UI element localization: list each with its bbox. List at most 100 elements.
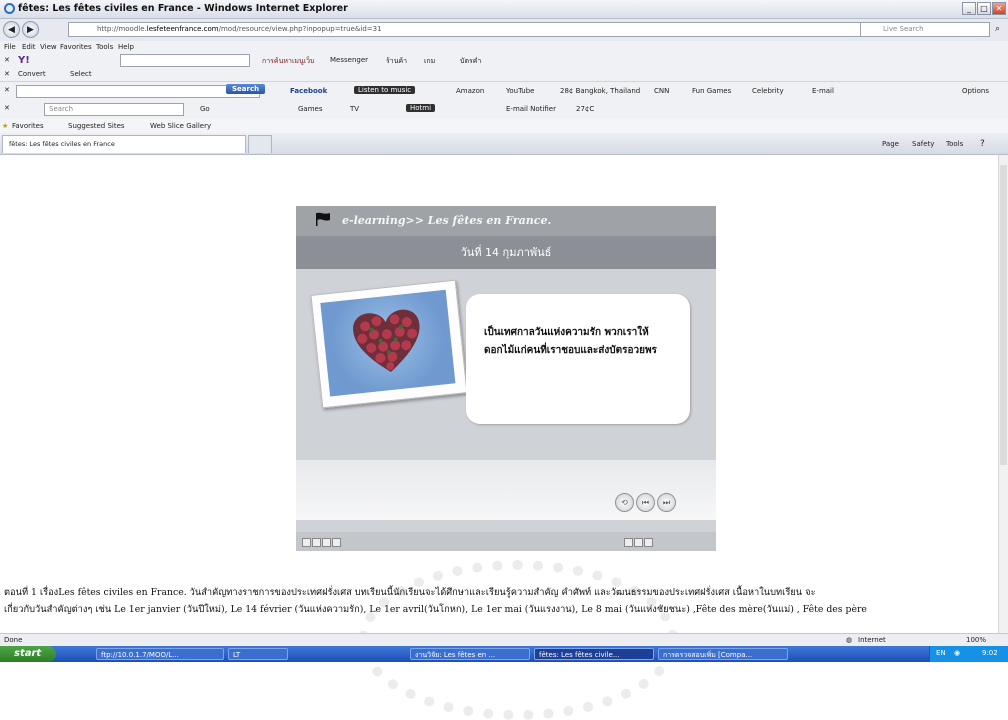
page-menu[interactable]: Page — [882, 140, 899, 148]
games-menu[interactable]: Games — [298, 105, 323, 113]
yahoo-logo-icon[interactable]: Y! — [18, 55, 30, 66]
status-text: Done — [4, 636, 23, 644]
globe-icon: ◍ — [846, 636, 853, 644]
maximize-button[interactable]: □ — [977, 2, 991, 15]
menu-help[interactable]: Help — [118, 43, 134, 51]
amazon-button[interactable]: Amazon — [456, 87, 484, 95]
hotmail-button[interactable]: Hotmi — [406, 104, 436, 112]
go-button[interactable]: Go — [200, 105, 210, 113]
search-toolbar: ✕ Search Facebook Listen to music Amazon… — [0, 81, 1008, 102]
thai-search-button[interactable]: การค้นหาเมนูเว็บ — [262, 56, 315, 67]
flash-control-icon[interactable] — [302, 538, 311, 547]
web-slice-gallery-button[interactable]: Web Slice Gallery — [150, 122, 211, 130]
forward-button[interactable]: ▶ — [22, 21, 39, 38]
ie-logo-icon — [4, 3, 15, 14]
favorites-button[interactable]: Favorites — [12, 122, 44, 130]
select-button[interactable]: Select — [70, 70, 92, 78]
task-folder[interactable]: LT — [228, 648, 288, 660]
start-button[interactable]: start — [0, 646, 56, 662]
menu-view[interactable]: View — [40, 43, 57, 51]
language-indicator[interactable]: EN — [936, 649, 946, 657]
clock: 9:02 — [982, 649, 998, 657]
youtube-button[interactable]: YouTube — [506, 87, 534, 95]
email-button[interactable]: E-mail — [812, 87, 834, 95]
listen-music-button[interactable]: Listen to music — [354, 86, 416, 94]
facebook-button[interactable]: Facebook — [290, 87, 327, 95]
flash-control-icon[interactable] — [634, 538, 643, 547]
yahoo-toolbar: ✕ Y! การค้นหาเมนูเว็บ Messenger ร้านค้า … — [0, 52, 1008, 70]
new-tab-button[interactable] — [248, 135, 272, 153]
system-tray: EN ◉ 9:02 — [929, 646, 1008, 662]
contacts-button[interactable]: บัตรคำ — [460, 56, 481, 67]
flash-control-icon[interactable] — [322, 538, 331, 547]
options-button[interactable]: Options — [962, 87, 989, 95]
favorites-bar: ★ Favorites Suggested Sites Web Slice Ga… — [0, 119, 1008, 133]
flash-control-icon[interactable] — [624, 538, 633, 547]
menu-tools[interactable]: Tools — [96, 43, 113, 51]
search-icon[interactable]: ⌕ — [995, 24, 1000, 34]
toolbar4-search-input[interactable]: Search — [44, 103, 184, 116]
star-icon: ★ — [2, 122, 9, 130]
flash-control-icon[interactable] — [312, 538, 321, 547]
flower-photo — [310, 279, 468, 409]
address-row: ◀ ▶ http://moodle.lesfeteenfrance.com/mo… — [0, 19, 1008, 41]
flag-icon — [316, 212, 330, 226]
flash-header: e-learning>> Les fêtes en France. — [296, 206, 716, 236]
safety-menu[interactable]: Safety — [912, 140, 934, 148]
celebrity-button[interactable]: Celebrity — [752, 87, 784, 95]
close-toolbar-icon[interactable]: ✕ — [4, 104, 10, 112]
next-button[interactable]: ⏭ — [657, 493, 676, 512]
date-heading: วันที่ 14 กุมภาพันธ์ — [296, 236, 716, 269]
flash-control-icon[interactable] — [644, 538, 653, 547]
email-notifier-button[interactable]: E-mail Notifier — [506, 105, 556, 113]
vertical-scrollbar[interactable] — [998, 155, 1008, 633]
live-search-input[interactable]: Live Search — [860, 22, 990, 37]
toolbar-search-field[interactable] — [120, 54, 250, 67]
minimize-button[interactable]: _ — [962, 2, 976, 15]
weather-button[interactable]: 28¢ Bangkok, Thailand — [560, 87, 640, 95]
close-toolbar-icon[interactable]: ✕ — [4, 56, 10, 64]
menu-edit[interactable]: Edit — [22, 43, 36, 51]
news-button[interactable]: ร้านค้า — [386, 56, 407, 67]
convert-toolbar: ✕ Convert Select — [0, 69, 1008, 81]
zoom-level[interactable]: 100% — [966, 636, 986, 644]
messenger-button[interactable]: Messenger — [330, 56, 368, 64]
task-compat[interactable]: การตรวจสอบเพิ่ม [Compa... — [658, 648, 788, 660]
tab-bar: fêtes: Les fêtes civiles en France Page … — [0, 133, 1008, 155]
task-research[interactable]: งานวิจัย: Les fêtes en ... — [410, 648, 530, 660]
flash-control-icon[interactable] — [332, 538, 341, 547]
tab-active[interactable]: fêtes: Les fêtes civiles en France — [2, 135, 246, 153]
close-toolbar-icon[interactable]: ✕ — [4, 86, 10, 94]
status-bar: Done ◍ Internet 100% — [0, 633, 1008, 647]
window-title: fêtes: Les fêtes civiles en France - Win… — [18, 3, 348, 14]
help-icon[interactable]: ? — [980, 139, 985, 149]
message-card: เป็นเทศกาลวันแห่งความรัก พวกเราให้ ดอกไม… — [466, 294, 690, 424]
tools-menu[interactable]: Tools — [946, 140, 963, 148]
tray-icon[interactable]: ◉ — [954, 649, 960, 657]
games-button[interactable]: เกม — [424, 56, 435, 67]
back-button[interactable]: ◀ — [3, 21, 20, 38]
fun-games-button[interactable]: Fun Games — [692, 87, 731, 95]
suggested-sites-button[interactable]: Suggested Sites — [68, 122, 125, 130]
previous-button[interactable]: ⏮ — [636, 493, 655, 512]
replay-button[interactable]: ⟲ — [615, 493, 634, 512]
temperature-button[interactable]: 27¢C — [576, 105, 594, 113]
rose-heart-image — [353, 309, 420, 372]
task-ftp[interactable]: ftp://10.0.1.7/MOO/L... — [96, 648, 224, 660]
title-bar: fêtes: Les fêtes civiles en France - Win… — [0, 0, 1008, 19]
tv-menu[interactable]: TV — [350, 105, 359, 113]
search-button[interactable]: Search — [226, 84, 266, 94]
close-toolbar-icon[interactable]: ✕ — [4, 70, 10, 78]
flash-footer — [296, 532, 716, 551]
flash-title: e-learning>> Les fêtes en France. — [342, 214, 552, 227]
address-bar[interactable]: http://moodle.lesfeteenfrance.com/mod/re… — [68, 22, 924, 37]
task-ie-active[interactable]: fêtes: Les fêtes civile... — [534, 648, 654, 660]
menu-favorites[interactable]: Favorites — [60, 43, 92, 51]
message-line-2: ดอกไม้แก่คนที่เราชอบและส่งบัตรอวยพร — [484, 345, 657, 356]
flash-wave-decoration — [296, 460, 716, 520]
convert-button[interactable]: Convert — [18, 70, 46, 78]
cnn-button[interactable]: CNN — [654, 87, 669, 95]
close-button[interactable]: ✕ — [992, 2, 1006, 15]
menu-file[interactable]: File — [4, 43, 16, 51]
toolbar3-search-input[interactable] — [16, 85, 260, 98]
